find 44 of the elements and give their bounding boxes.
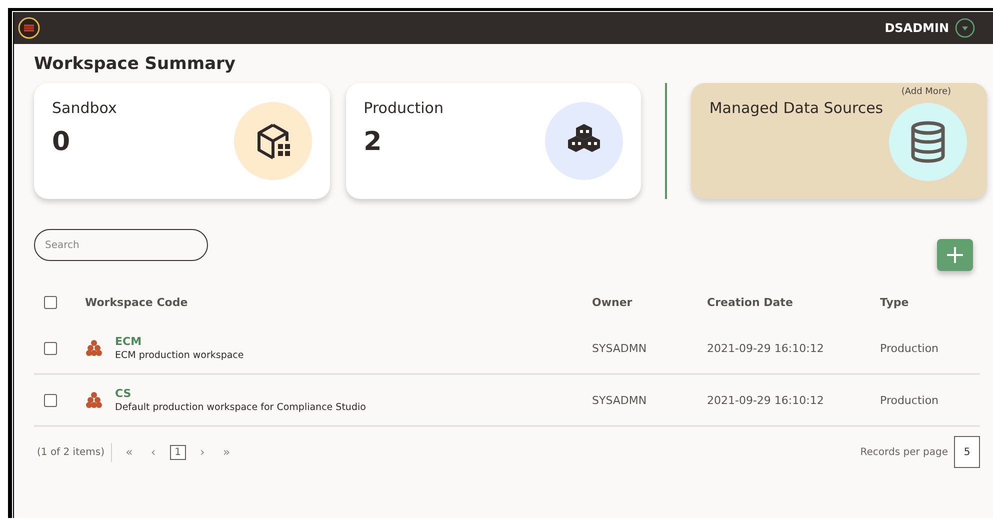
column-header[interactable]: Workspace Code	[85, 296, 188, 308]
table-cell: SYSADMN	[592, 394, 647, 406]
caret-icon[interactable]	[955, 18, 975, 38]
records-per-page-field[interactable]: 5	[954, 436, 980, 468]
checkbox[interactable]	[44, 296, 57, 308]
database-icon	[889, 103, 967, 181]
card-label: Sandbox	[52, 99, 118, 117]
checkbox[interactable]	[44, 394, 57, 406]
cube-icon	[234, 102, 312, 180]
page-button[interactable]: 1	[170, 444, 186, 460]
summary-card[interactable]: Sandbox 0	[34, 83, 330, 199]
last-page-button[interactable]: »	[218, 445, 234, 459]
column-header[interactable]: Owner	[592, 296, 632, 308]
table-cell: Production	[880, 342, 939, 354]
add-button[interactable]	[937, 239, 973, 271]
workspace-link[interactable]: CS	[115, 387, 366, 400]
card-label: Managed Data Sources	[709, 99, 884, 117]
blocks-icon	[545, 102, 624, 180]
logo-icon[interactable]	[18, 17, 40, 39]
workspace-description: ECM production workspace	[115, 350, 244, 361]
card-count: 2	[364, 127, 383, 157]
workspace-description: Default production workspace for Compliance Studio	[115, 402, 366, 413]
item-count: (1 of 2 items)	[34, 442, 112, 462]
user-name[interactable]: DSADMIN	[884, 21, 949, 35]
workspace-icon	[85, 339, 103, 357]
search-field[interactable]: Search	[34, 229, 208, 261]
summary-card[interactable]: Managed Data Sources (Add More)	[691, 83, 987, 199]
card-label: Production	[364, 99, 444, 117]
page-title: Workspace Summary	[34, 54, 237, 74]
workspace-link[interactable]: ECM	[115, 335, 244, 348]
plus-icon	[946, 246, 964, 264]
table-cell: SYSADMN	[592, 342, 647, 354]
add-more-link[interactable]: (Add More)	[901, 87, 951, 97]
card-count: 0	[52, 127, 72, 157]
workspace-icon	[85, 391, 103, 409]
records-label: Records per page	[860, 446, 948, 458]
column-header[interactable]: Type	[880, 296, 909, 308]
column-header[interactable]: Creation Date	[707, 296, 793, 308]
table-cell: Production	[880, 394, 939, 406]
summary-card[interactable]: Production 2	[346, 83, 642, 199]
table-cell: 2021-09-29 16:10:12	[707, 342, 824, 354]
previous-page-button[interactable]: ‹	[146, 445, 160, 459]
table-cell: 2021-09-29 16:10:12	[707, 394, 824, 406]
checkbox[interactable]	[44, 342, 57, 354]
